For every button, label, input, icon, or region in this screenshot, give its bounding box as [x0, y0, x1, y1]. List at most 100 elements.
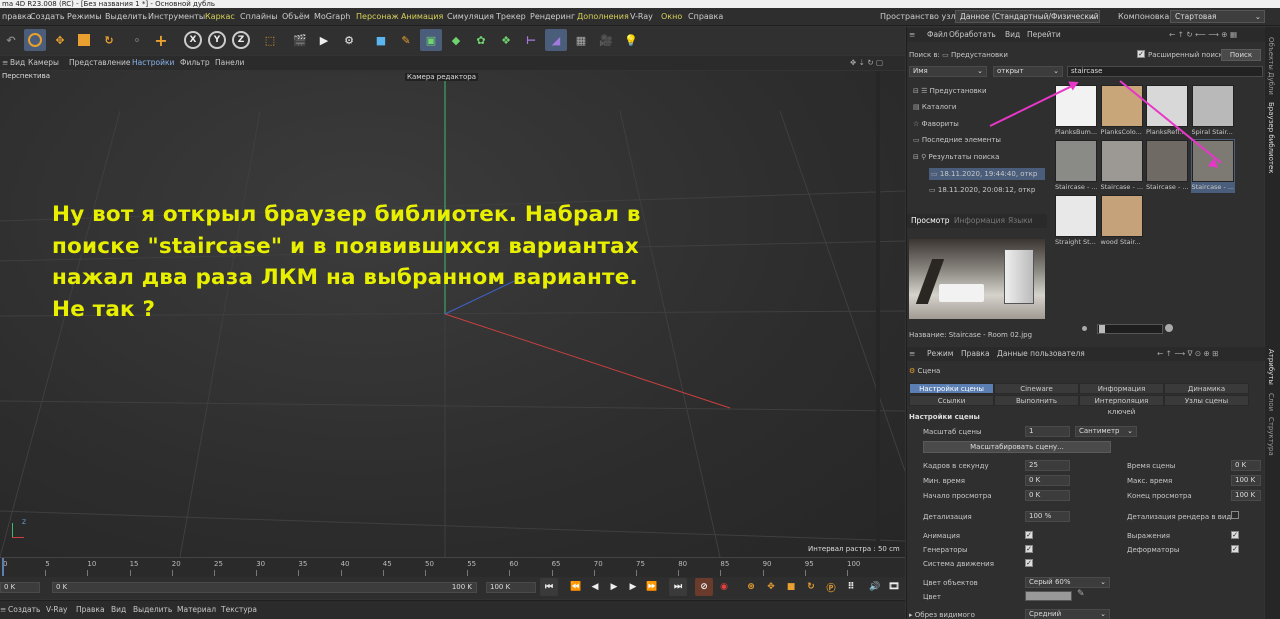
- menu-icon[interactable]: ≡: [909, 349, 915, 358]
- cb-menu-file[interactable]: Файл: [927, 30, 948, 39]
- result-item[interactable]: Staircase - ...: [1100, 139, 1144, 193]
- fps-field[interactable]: 25: [1025, 460, 1070, 471]
- tree-item-search-1[interactable]: ▭ 18.11.2020, 19:44:40, откр: [929, 168, 1045, 180]
- tab-key-interpolation[interactable]: Интерполяция ключей: [1079, 395, 1164, 416]
- mat-menu-view[interactable]: Вид: [111, 605, 126, 614]
- result-item[interactable]: Spiral Stair...: [1191, 84, 1235, 138]
- side-tab-structure[interactable]: Структура: [1267, 417, 1275, 456]
- z-axis-icon[interactable]: Z: [232, 31, 250, 49]
- menu-icon[interactable]: ≡: [0, 605, 6, 614]
- rotate-icon[interactable]: ↻: [98, 29, 120, 51]
- tab-scene-settings[interactable]: Настройки сцены: [909, 383, 994, 394]
- search-field-dropdown[interactable]: Имя ⌄: [909, 66, 987, 77]
- menu-mograph[interactable]: MoGraph: [314, 12, 350, 21]
- current-frame-field[interactable]: 0 K: [0, 582, 40, 593]
- menu-help[interactable]: Справка: [688, 12, 723, 21]
- key-grid-icon[interactable]: ⠿: [842, 578, 860, 596]
- menu-tracker[interactable]: Трекер: [496, 12, 526, 21]
- attr-menu-edit[interactable]: Правка: [961, 349, 990, 358]
- light-icon[interactable]: 💡: [620, 29, 642, 51]
- side-tab-content-browser[interactable]: Браузер библиотек: [1267, 102, 1275, 173]
- camera-icon[interactable]: 🎥: [595, 29, 617, 51]
- search-op-dropdown[interactable]: открыт ⌄: [993, 66, 1063, 77]
- next-frame-icon[interactable]: ▶: [624, 578, 642, 596]
- result-item[interactable]: PlanksColo...: [1100, 84, 1144, 138]
- pen-tool-icon[interactable]: ✎: [395, 29, 417, 51]
- menu-animation[interactable]: Анимация: [401, 12, 443, 21]
- viewport-menu-options[interactable]: Настройки: [132, 58, 174, 67]
- node-space-dropdown[interactable]: Данное (Стандартный/Физический) ⌄: [955, 10, 1100, 23]
- result-item[interactable]: wood Stair...: [1100, 194, 1144, 248]
- cb-nav-icons[interactable]: ← ↑ ↻ ⟵ ⟶ ⊕ ▦: [1169, 30, 1237, 39]
- max-time-field[interactable]: 100 K: [1231, 475, 1261, 486]
- timeline-start-field[interactable]: 0 K 100 K: [52, 582, 477, 593]
- slider-thumb[interactable]: [1099, 325, 1105, 333]
- deformers-checkbox[interactable]: ✓: [1231, 545, 1239, 553]
- tree-item-search-2[interactable]: ▭ 18.11.2020, 20:08:12, откр: [929, 186, 1035, 194]
- tab-cineware[interactable]: Cineware: [994, 383, 1079, 394]
- menu-select[interactable]: Выделить: [105, 12, 147, 21]
- clapper-icon[interactable]: 🎬: [289, 29, 311, 51]
- tree-item-recent[interactable]: ▭ Последние элементы: [913, 136, 1001, 144]
- clip-dropdown[interactable]: Средний ⌄: [1025, 609, 1110, 619]
- cb-menu-view[interactable]: Вид: [1005, 30, 1020, 39]
- generators-checkbox[interactable]: ✓: [1025, 545, 1033, 553]
- extended-search-checkbox[interactable]: ✓: [1137, 50, 1145, 58]
- menu-character[interactable]: Персонаж: [356, 12, 399, 21]
- key-param-icon[interactable]: Ⓟ: [822, 578, 840, 596]
- menu-create[interactable]: Создать: [30, 12, 65, 21]
- select-icon[interactable]: [24, 29, 46, 51]
- menu-edit[interactable]: правка: [2, 12, 32, 21]
- scale-unit-dropdown[interactable]: Сантиметр ⌄: [1075, 426, 1137, 437]
- next-key-icon[interactable]: ⏩: [643, 578, 661, 596]
- move-icon[interactable]: ✥: [49, 29, 71, 51]
- menu-splines[interactable]: Сплайны: [240, 12, 278, 21]
- result-item[interactable]: Staircase - ...: [1054, 139, 1098, 193]
- tab-dynamics[interactable]: Динамика: [1164, 383, 1249, 394]
- sound-icon[interactable]: 🔊: [866, 578, 884, 596]
- tree-item-search-results[interactable]: ⊟ ⚲ Результаты поиска: [913, 153, 999, 161]
- scale-field[interactable]: 1: [1025, 426, 1070, 437]
- render-view-icon[interactable]: ▶: [313, 29, 335, 51]
- menu-icon[interactable]: ≡: [909, 30, 915, 39]
- mat-menu-vray[interactable]: V-Ray: [46, 605, 67, 614]
- motion-system-checkbox[interactable]: ✓: [1025, 559, 1033, 567]
- key-move-icon[interactable]: ✥: [762, 578, 780, 596]
- cb-menu-process[interactable]: Обработать: [949, 30, 996, 39]
- attr-nav-icons[interactable]: ← ↑ ⟶ ∇ ⊙ ⊕ ⊞: [1157, 349, 1219, 358]
- animation-checkbox[interactable]: ✓: [1025, 531, 1033, 539]
- attr-menu-userdata[interactable]: Данные пользователя: [997, 349, 1085, 358]
- key-mode-icon[interactable]: ⊛: [742, 578, 760, 596]
- result-item[interactable]: Staircase - ...: [1145, 139, 1189, 193]
- prev-key-icon[interactable]: ⏪: [567, 578, 585, 596]
- floor-icon[interactable]: ▦: [570, 29, 592, 51]
- viewport-menu-filter[interactable]: Фильтр: [180, 58, 210, 67]
- subdivision-icon[interactable]: ▣: [420, 29, 442, 51]
- scene-time-field[interactable]: 0 K: [1231, 460, 1261, 471]
- menu-modes[interactable]: Режимы: [67, 12, 102, 21]
- cloner-icon[interactable]: ✿: [470, 29, 492, 51]
- play-icon[interactable]: ▶: [605, 578, 623, 596]
- viewport-menu-panels[interactable]: Панели: [215, 58, 244, 67]
- coord-system-icon[interactable]: ⬚: [259, 29, 281, 51]
- x-axis-icon[interactable]: X: [184, 31, 202, 49]
- undo-icon[interactable]: ↶: [0, 29, 22, 51]
- attr-menu-mode[interactable]: Режим: [927, 349, 953, 358]
- tab-info[interactable]: Информация: [954, 216, 1005, 225]
- menu-mesh[interactable]: Каркас: [205, 12, 235, 21]
- menu-extensions[interactable]: Дополнения: [577, 12, 629, 21]
- autokey-icon[interactable]: ◉: [715, 578, 733, 596]
- film-icon[interactable]: 🎞: [885, 578, 903, 596]
- side-tab-attributes[interactable]: Атрибуты: [1267, 349, 1275, 385]
- timeline-end-field[interactable]: 100 K: [486, 582, 536, 593]
- tab-references[interactable]: Ссылки: [909, 395, 994, 406]
- tab-preview[interactable]: Просмотр: [911, 216, 950, 225]
- spline-icon[interactable]: ◢: [545, 29, 567, 51]
- preview-start-field[interactable]: 0 K: [1025, 490, 1070, 501]
- tree-item-presets[interactable]: ⊟ ☰ Предустановки: [913, 87, 987, 95]
- mat-menu-texture[interactable]: Текстура: [221, 605, 257, 614]
- pen-icon[interactable]: ⚬: [126, 29, 148, 51]
- tree-item-catalogs[interactable]: ▤ Каталоги: [913, 103, 956, 111]
- tab-info[interactable]: Информация: [1079, 383, 1164, 394]
- eyedropper-icon[interactable]: ✎: [1077, 589, 1085, 599]
